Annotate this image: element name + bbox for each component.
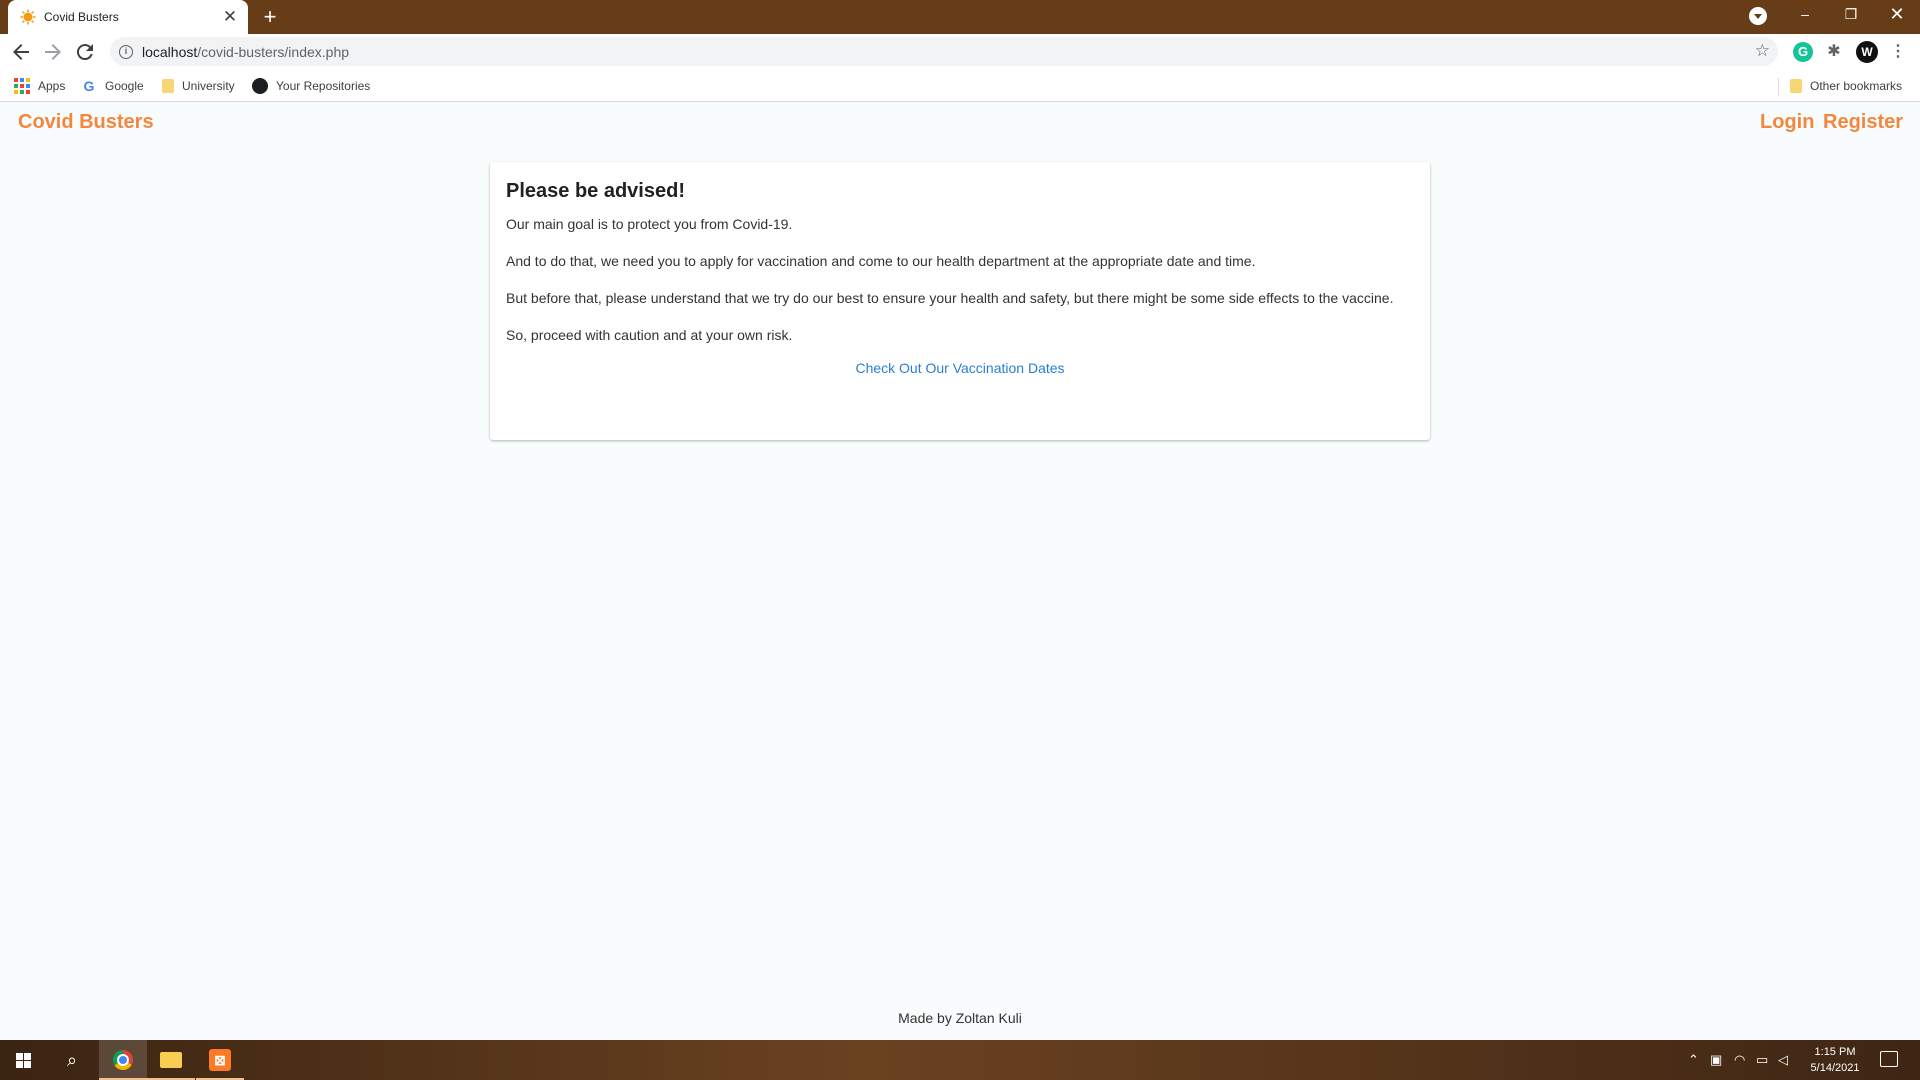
extensions-puzzle-icon[interactable]: ✱ — [1824, 42, 1844, 62]
tray-chevron-icon[interactable]: ⌃ — [1688, 1052, 1699, 1068]
bookmark-label: Other bookmarks — [1810, 79, 1903, 93]
card-paragraph: And to do that, we need you to apply for… — [506, 253, 1256, 269]
bookmark-google[interactable]: G Google — [81, 77, 144, 95]
new-tab-button[interactable]: + — [258, 5, 282, 29]
bookmarks-divider — [1778, 78, 1779, 96]
card-title: Please be advised! — [506, 180, 685, 202]
taskbar-search-icon[interactable]: ⌕ — [48, 1040, 96, 1080]
taskbar-chrome-button[interactable] — [99, 1040, 147, 1080]
tab-close-icon[interactable]: ✕ — [220, 7, 240, 27]
bookmark-other[interactable]: Other bookmarks — [1790, 77, 1902, 95]
bookmark-apps[interactable]: Apps — [14, 77, 65, 95]
browser-menu-icon[interactable]: ⋮ — [1890, 42, 1906, 62]
folder-icon — [1790, 79, 1802, 93]
page-footer: Made by Zoltan Kuli — [898, 1010, 1022, 1026]
browser-toolbar: i localhost/covid-busters/index.php ☆ G … — [0, 34, 1920, 70]
windows-taskbar: ⌕ ⊠ ⌃ ▣ ◠ ▭ ◁ 1:15 PM 5/14/2021 — [0, 1040, 1920, 1080]
card-paragraph: So, proceed with caution and at your own… — [506, 327, 793, 343]
bookmark-your-repositories[interactable]: Your Repositories — [252, 77, 370, 95]
reload-icon[interactable] — [73, 40, 97, 64]
site-info-icon[interactable]: i — [119, 45, 133, 59]
brand-link[interactable]: Covid Busters — [18, 111, 154, 134]
apps-grid-icon — [14, 78, 30, 94]
grammarly-extension-icon[interactable]: G — [1793, 42, 1813, 62]
wifi-icon[interactable]: ◠ — [1734, 1052, 1745, 1068]
tray-device-icon[interactable]: ▣ — [1710, 1052, 1722, 1068]
bookmark-label: Your Repositories — [276, 79, 371, 93]
taskbar-xampp-button[interactable]: ⊠ — [196, 1040, 244, 1080]
card-paragraph: Our main goal is to protect you from Cov… — [506, 216, 793, 232]
browser-tab[interactable]: Covid Busters ✕ — [8, 0, 248, 34]
url-text: localhost/covid-busters/index.php — [142, 44, 349, 60]
github-icon — [252, 78, 268, 94]
bookmark-label: Google — [105, 79, 144, 93]
window-minimize-button[interactable]: – — [1782, 0, 1828, 30]
clock-date: 5/14/2021 — [1810, 1062, 1860, 1074]
clock-time: 1:15 PM — [1814, 1046, 1856, 1058]
bookmark-label: Apps — [38, 79, 66, 93]
action-center-icon[interactable] — [1880, 1051, 1898, 1067]
nav-register-link[interactable]: Register — [1823, 111, 1903, 134]
file-explorer-icon — [160, 1052, 182, 1068]
vaccination-dates-link[interactable]: Check Out Our Vaccination Dates — [506, 360, 1414, 376]
window-restore-button[interactable]: ❐ — [1828, 0, 1874, 30]
url-host: localhost — [142, 44, 198, 60]
browser-tab-bar: Covid Busters ✕ + – ❐ ✕ — [0, 0, 1920, 34]
folder-icon — [162, 79, 174, 93]
tab-search-icon[interactable] — [1749, 7, 1767, 25]
virus-favicon-icon — [20, 9, 36, 25]
back-arrow-icon[interactable] — [9, 40, 33, 64]
battery-icon[interactable]: ▭ — [1756, 1052, 1768, 1068]
start-button[interactable] — [0, 1040, 48, 1080]
profile-avatar-icon[interactable]: W — [1856, 41, 1878, 63]
url-path: /covid-busters/index.php — [197, 44, 350, 60]
taskbar-file-explorer-button[interactable] — [147, 1040, 195, 1080]
bookmark-label: University — [182, 79, 235, 93]
volume-icon[interactable]: ◁ — [1778, 1052, 1788, 1068]
card-paragraph: But before that, please understand that … — [506, 290, 1394, 306]
bookmark-university[interactable]: University — [162, 77, 235, 95]
bookmark-star-icon[interactable]: ☆ — [1755, 41, 1770, 61]
nav-login-link[interactable]: Login — [1760, 111, 1814, 134]
google-icon: G — [83, 78, 95, 94]
window-close-button[interactable]: ✕ — [1874, 0, 1920, 30]
bookmarks-bar: Apps G Google University Your Repositori… — [0, 70, 1920, 102]
xampp-icon: ⊠ — [209, 1049, 231, 1071]
advisory-card: Please be advised! Our main goal is to p… — [490, 162, 1430, 440]
address-bar[interactable]: i localhost/covid-busters/index.php ☆ — [110, 37, 1778, 66]
web-page: Covid Busters Login Register Please be a… — [0, 103, 1920, 1040]
windows-logo-icon — [16, 1053, 31, 1068]
chrome-icon — [113, 1050, 133, 1070]
taskbar-clock[interactable]: 1:15 PM 5/14/2021 — [1800, 1044, 1870, 1076]
tab-title: Covid Busters — [44, 10, 119, 24]
forward-arrow-icon[interactable] — [41, 40, 65, 64]
